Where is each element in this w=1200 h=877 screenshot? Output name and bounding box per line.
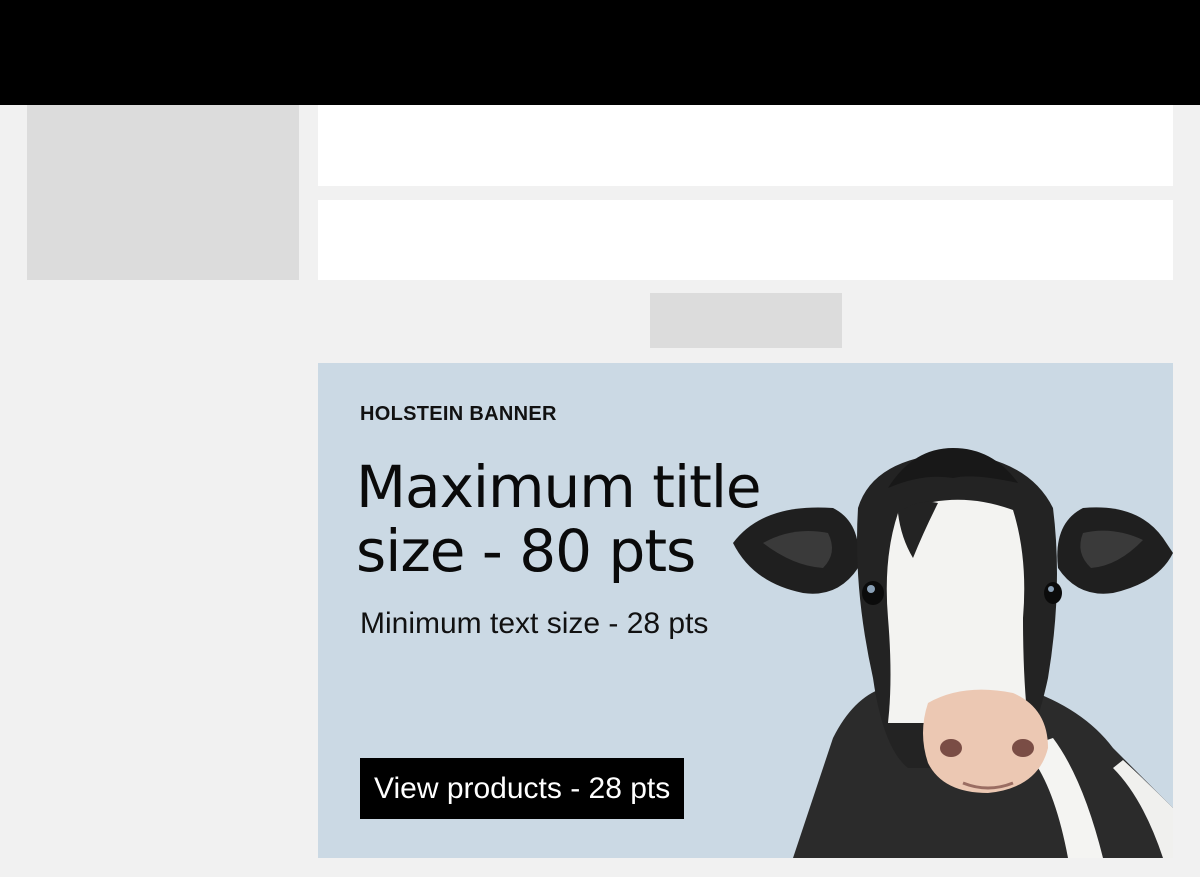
button-placeholder[interactable]: [650, 293, 842, 348]
cow-image: [733, 448, 1173, 858]
holstein-banner: HOLSTEIN BANNER Maximum title size - 80 …: [318, 363, 1173, 858]
banner-subtitle: Minimum text size - 28 pts: [360, 607, 709, 640]
content-block-2: [318, 200, 1173, 280]
banner-eyebrow: HOLSTEIN BANNER: [360, 403, 557, 425]
top-navigation-bar: [0, 0, 1200, 105]
sidebar-image-placeholder: [27, 105, 299, 280]
content-block-1: [318, 105, 1173, 186]
view-products-button[interactable]: View products - 28 pts: [360, 758, 685, 819]
